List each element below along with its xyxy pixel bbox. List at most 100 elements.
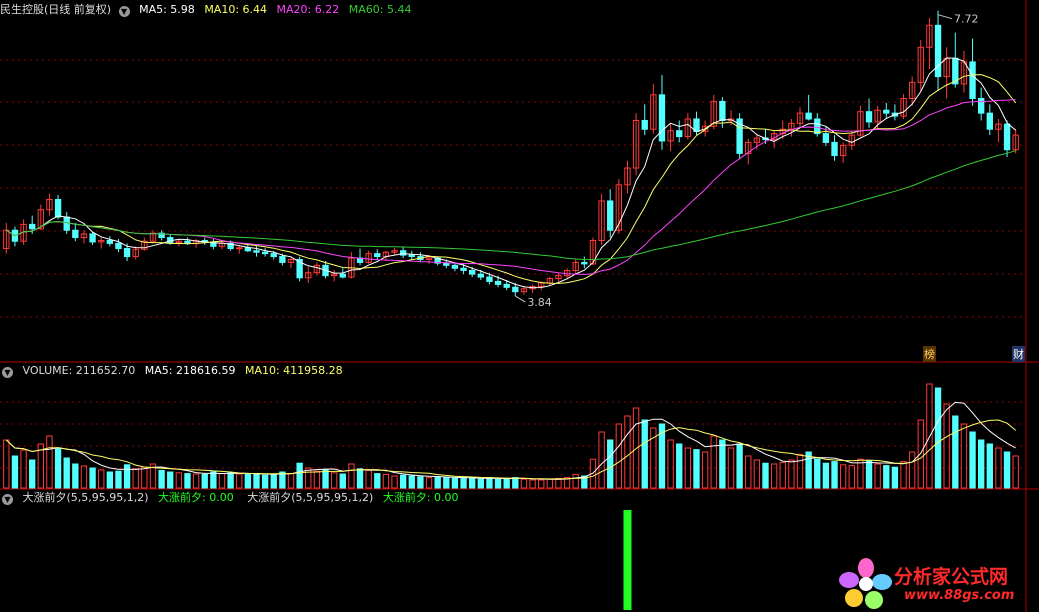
volume-bar [106, 471, 114, 489]
candle-body [969, 61, 976, 99]
candle-body [115, 242, 122, 250]
volume-bar [210, 471, 217, 489]
volume-bar [745, 455, 752, 489]
candle-body [494, 280, 502, 285]
volume-bar [512, 477, 519, 489]
volume-bar [883, 465, 890, 489]
volume-bar [865, 460, 873, 489]
volume-bar [132, 468, 139, 489]
candle-body [607, 200, 614, 231]
candle-body [270, 253, 277, 258]
volume-bar [417, 476, 424, 489]
candle-body [641, 119, 648, 130]
candle-body [486, 276, 493, 282]
candle-body [822, 133, 830, 143]
volume-bar [805, 451, 812, 489]
volume-bar [1012, 455, 1019, 489]
candle-body [123, 248, 131, 258]
news-tag-bang[interactable]: 榜 [923, 346, 936, 362]
volume-bar [615, 423, 623, 489]
volume-bar [374, 473, 381, 489]
volume-bar [227, 472, 234, 489]
candle-body [460, 267, 467, 271]
volume-bar [822, 462, 830, 489]
candle-body [477, 273, 484, 278]
volume-bar [80, 465, 88, 489]
high-label: 7.72 [954, 13, 979, 26]
candle-body [261, 251, 269, 255]
candle-body [658, 94, 666, 142]
volume-bar [494, 478, 502, 489]
candle-body [1003, 123, 1011, 151]
volume-bar [434, 476, 441, 489]
volume-bar [322, 469, 329, 489]
volume-bar [287, 473, 295, 489]
news-tag-cai[interactable]: 财 [1012, 346, 1025, 362]
volume-bar [313, 470, 321, 489]
candle-body [236, 247, 243, 250]
volume-bar [788, 459, 795, 489]
volume-bar [719, 439, 726, 489]
volume-bar [667, 439, 674, 489]
logo-url: www.88gs.com [904, 588, 1015, 603]
volume-bar [831, 461, 838, 489]
candle-body [408, 254, 415, 258]
volume-bar [607, 439, 614, 489]
volume-bar [520, 478, 528, 489]
candle-body [184, 240, 191, 244]
volume-bar [900, 461, 907, 489]
candle-body [883, 109, 890, 114]
volume-bar [175, 472, 183, 489]
volume-bar [857, 458, 864, 489]
candle-body [986, 112, 993, 130]
ma5-line [6, 57, 1017, 289]
volume-bar [141, 466, 148, 489]
volume-bar [762, 462, 769, 489]
volume-bar [443, 477, 450, 489]
candle-body [54, 198, 62, 218]
candle-body [934, 24, 942, 78]
candle-body [831, 141, 838, 157]
volume-bar [29, 459, 36, 489]
candle-body [978, 98, 985, 114]
volume-bar [20, 449, 27, 489]
candle-body [279, 256, 286, 263]
volume-bar [736, 443, 743, 489]
volume-bar [158, 469, 165, 489]
volume-bar [72, 463, 79, 489]
volume-bar [98, 469, 105, 489]
volume-bar [460, 477, 467, 489]
volume-bar [814, 458, 821, 489]
volume-bar [538, 479, 545, 489]
volume-bar [339, 473, 346, 489]
candle-body [719, 100, 726, 121]
volume-bar [546, 478, 553, 489]
candle-body [253, 250, 260, 253]
volume-bar [330, 472, 338, 489]
volume-bar [391, 475, 398, 489]
candle-body [339, 273, 346, 278]
volume-bar [46, 435, 53, 489]
candle-body [805, 112, 812, 120]
stock-chart[interactable]: 7.72 3.84 [0, 0, 1039, 612]
volume-bar [382, 473, 390, 489]
candle-body [469, 269, 476, 275]
volume-bar [408, 475, 415, 489]
candle-body [72, 229, 79, 239]
volume-bar [710, 435, 717, 489]
volume-bar [236, 473, 243, 489]
volume-ma10-line [5, 419, 1017, 480]
volume-bar [469, 477, 476, 489]
volume-bar [261, 474, 269, 489]
candle-body [63, 216, 70, 231]
volume-bar [244, 473, 252, 489]
volume-bar [451, 477, 459, 489]
volume-bar [908, 451, 916, 489]
high-pointer [937, 14, 953, 20]
candle-body [29, 223, 36, 230]
volume-bar [218, 473, 226, 489]
candle-body [89, 233, 96, 243]
volume-bar [641, 419, 648, 489]
volume-bar [848, 465, 855, 489]
volume-bar [201, 473, 208, 489]
